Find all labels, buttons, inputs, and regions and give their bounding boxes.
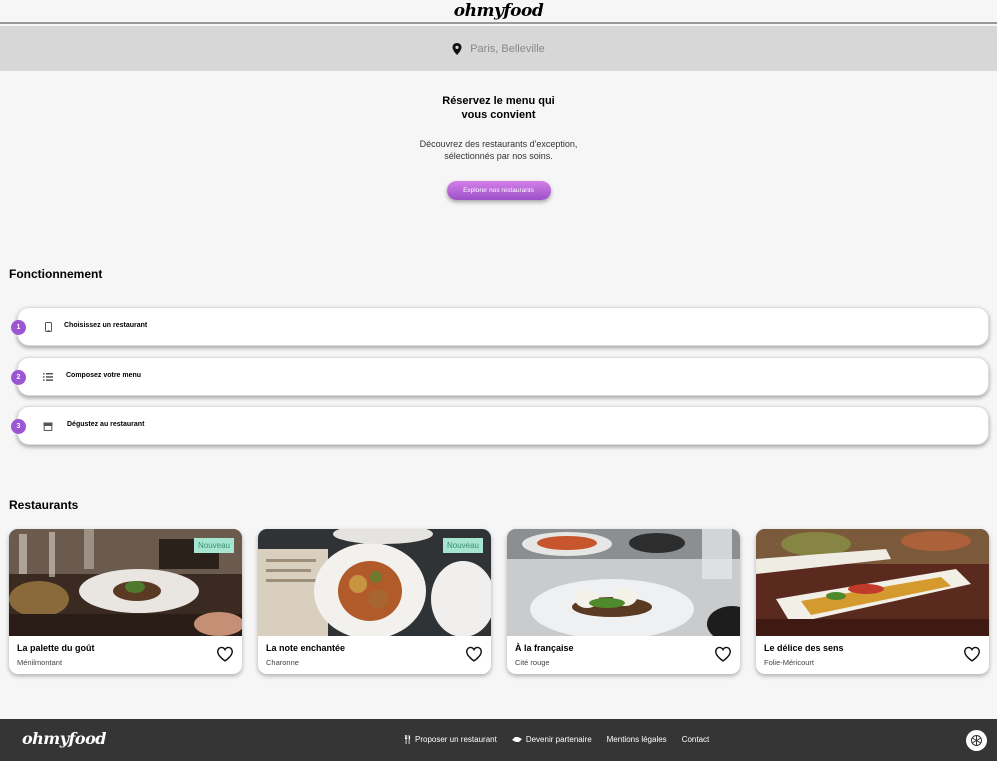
restaurant-location: Ménilmontant <box>17 658 63 667</box>
step-number: 2 <box>11 370 26 385</box>
step-label: Dégustez au restaurant <box>67 421 145 428</box>
restaurant-name: La note enchantée <box>266 643 346 653</box>
restaurant-location: Folie-Méricourt <box>764 658 815 667</box>
header: ohmyfood <box>0 0 997 24</box>
step-number: 3 <box>11 419 26 434</box>
restaurant-name: La palette du goût <box>17 643 95 653</box>
brand-logo[interactable]: ohmyfood <box>0 0 997 22</box>
step-number: 1 <box>11 320 26 335</box>
footer-link-contact[interactable]: Contact <box>682 735 710 744</box>
restaurant-location: Cité rouge <box>515 658 550 667</box>
hero: Réservez le menu qui vous convient Décou… <box>0 94 997 200</box>
footer-link-partenaire[interactable]: Devenir partenaire <box>511 735 592 744</box>
footer-link-label: Proposer un restaurant <box>415 735 497 744</box>
footer-link-label: Devenir partenaire <box>525 735 592 744</box>
hero-title: Réservez le menu qui vous convient <box>442 95 555 121</box>
handshake-icon <box>511 737 522 742</box>
restaurant-location: Charonne <box>266 658 299 667</box>
footer-link-label: Contact <box>681 735 710 744</box>
step-label: Choisissez un restaurant <box>64 322 148 329</box>
step-1[interactable]: 1 Choisissez un restaurant <box>11 307 989 346</box>
footer-link-label: Mentions légales <box>606 735 667 744</box>
location-pin-icon <box>452 42 462 55</box>
fonctionnement-title: Fonctionnement <box>9 267 103 281</box>
restaurant-card[interactable]: Le délice des sens Folie-Méricourt <box>756 529 989 674</box>
location-bar: Paris, Belleville <box>0 26 997 71</box>
restaurant-photo <box>756 529 989 636</box>
footer-link-mentions[interactable]: Mentions légales <box>607 735 667 744</box>
location-text: Paris, Belleville <box>470 42 545 55</box>
store-icon <box>42 420 54 432</box>
heart-icon[interactable] <box>465 646 483 662</box>
explore-restaurants-button[interactable]: Explorer nos restaurants <box>446 181 551 200</box>
new-badge: Nouveau <box>193 538 234 553</box>
step-label: Composez votre menu <box>66 372 142 379</box>
restaurant-name: À la française <box>515 643 574 653</box>
list-icon <box>42 371 54 383</box>
restaurant-name: Le délice des sens <box>764 643 844 653</box>
heart-icon[interactable] <box>216 646 234 662</box>
hero-subtitle: Découvrez des restaurants d'exception, s… <box>419 139 578 161</box>
step-3[interactable]: 3 Dégustez au restaurant <box>11 406 989 445</box>
footer-logo[interactable]: ohmyfood <box>22 729 106 748</box>
footer-links: Proposer un restaurant Devenir partenair… <box>404 735 709 744</box>
mobile-icon <box>42 321 54 333</box>
footer-link-proposer[interactable]: Proposer un restaurant <box>404 735 497 744</box>
step-2[interactable]: 2 Composez votre menu <box>11 357 989 396</box>
restaurants-title: Restaurants <box>9 498 79 512</box>
footer: ohmyfood Proposer un restaurant Devenir … <box>0 719 997 761</box>
new-badge: Nouveau <box>442 538 483 553</box>
heart-icon[interactable] <box>714 646 732 662</box>
heart-icon[interactable] <box>963 646 981 662</box>
restaurant-card[interactable]: Nouveau La palette du goût Ménilmontant <box>9 529 242 674</box>
utensils-icon <box>405 735 411 744</box>
restaurant-card[interactable]: Nouveau La note enchantée Charonne <box>258 529 491 674</box>
restaurant-card[interactable]: À la française Cité rouge <box>507 529 740 674</box>
assistant-icon[interactable] <box>966 730 987 751</box>
restaurant-photo <box>507 529 740 636</box>
